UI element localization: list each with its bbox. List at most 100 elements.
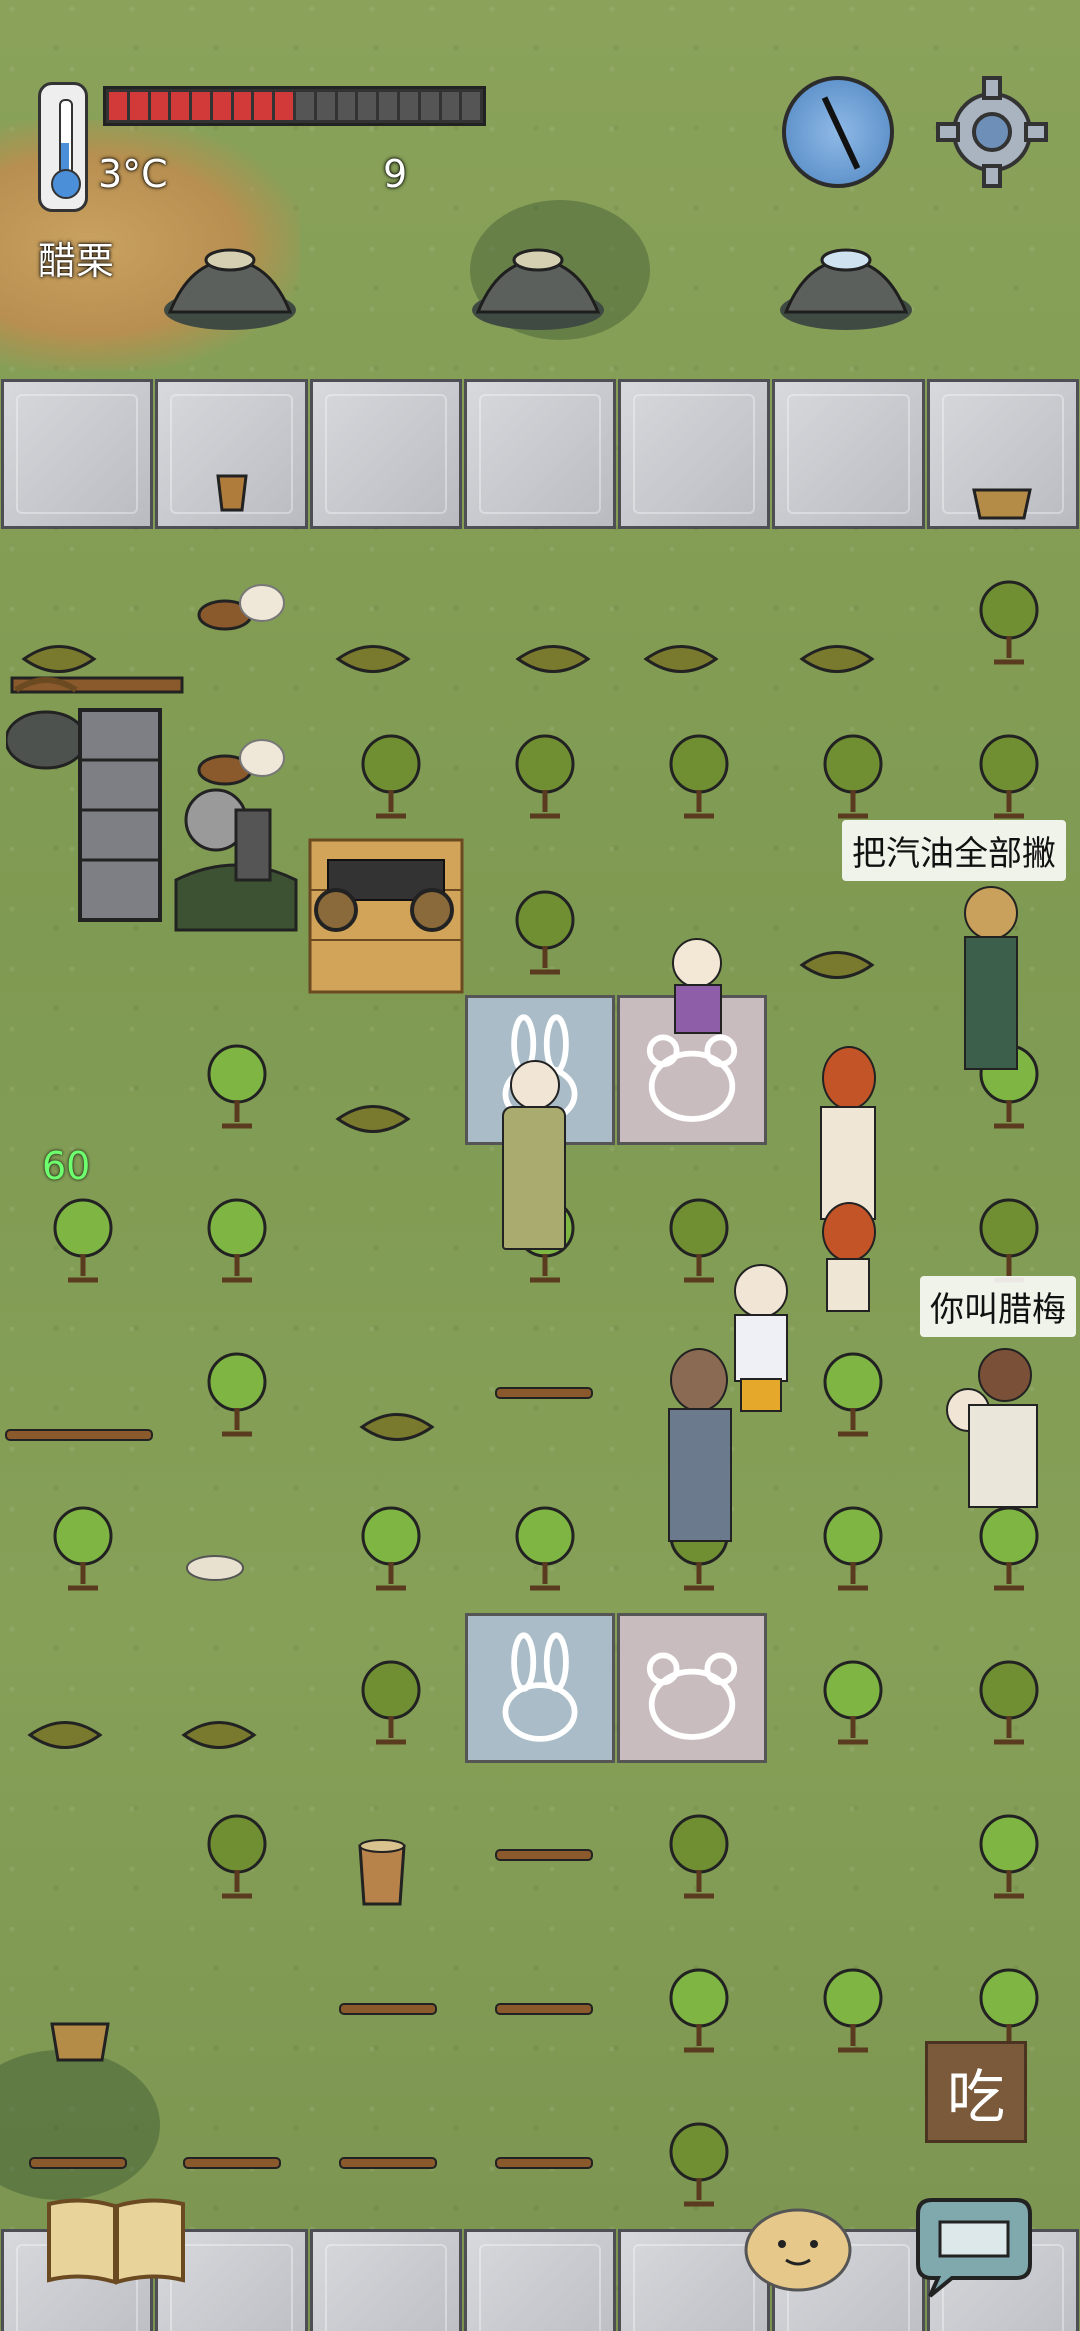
book-icon[interactable] [45,2196,187,2288]
woman-straw-hat[interactable] [492,1050,572,1250]
gooseberry-bush[interactable] [974,1812,1044,1902]
food-value-readout: 9 [383,152,408,196]
gooseberry-bush[interactable] [48,1196,118,1286]
tree-stump[interactable] [180,730,290,790]
gooseberry-bush[interactable] [48,1504,118,1594]
player-age-label: 60 [42,1144,91,1188]
red-haired-woman[interactable] [806,1040,886,1220]
planted-row[interactable] [28,2154,128,2172]
planted-row[interactable] [494,1384,594,1402]
stone-well[interactable] [468,232,608,332]
gooseberry-bush[interactable] [664,1812,734,1902]
hunger-segment [462,92,481,120]
hunger-segment [129,92,148,120]
bone-pile[interactable] [180,1528,250,1588]
stone-floor-tile[interactable] [309,379,462,529]
hunger-segment [150,92,169,120]
wheat-sheaf[interactable] [14,634,104,684]
hunger-bar [103,86,486,126]
clay-crock[interactable] [354,1836,410,1908]
stone-floor-tile[interactable] [772,379,925,529]
hunger-segment [399,92,418,120]
stone-well[interactable] [776,232,916,332]
gooseberry-bush[interactable] [974,1504,1044,1594]
wheat-sheaf[interactable] [508,634,598,684]
compass-icon[interactable] [782,76,894,188]
stone-floor-row [0,378,1080,530]
planted-row[interactable] [338,2000,438,2018]
hunger-segment [212,92,231,120]
hunger-segment [254,92,273,120]
hunger-segment [337,92,356,120]
hunger-segment [379,92,397,120]
gooseberry-bush[interactable] [664,2120,734,2210]
gooseberry-bush[interactable] [356,1658,426,1748]
wooden-cart[interactable] [308,838,464,994]
gooseberry-bush[interactable] [818,1658,888,1748]
gooseberry-bush[interactable] [818,1966,888,2056]
planted-row[interactable] [494,2000,594,2018]
game-world[interactable]: 把汽油全部撇 你叫腊梅 60 3°C 9 醋栗 吃 [0,0,1080,2331]
gooseberry-bush[interactable] [974,1658,1044,1748]
gooseberry-bush[interactable] [818,1350,888,1440]
red-haired-child[interactable] [806,1196,886,1346]
wheat-sheaf[interactable] [328,634,418,684]
wheat-sheaf[interactable] [636,634,726,684]
stone-floor-tile[interactable] [618,379,771,529]
gooseberry-bush[interactable] [202,1812,272,1902]
mother-with-baby[interactable] [942,1344,1042,1514]
tree-stump[interactable] [180,575,290,635]
hunger-segment [316,92,335,120]
hunger-segment [275,92,294,120]
gooseberry-bush[interactable] [664,1966,734,2056]
long-haired-woman[interactable] [656,1344,740,1544]
gooseberry-bush[interactable] [202,1350,272,1440]
gooseberry-bush[interactable] [974,1196,1044,1286]
gooseberry-bush[interactable] [974,578,1044,668]
woman-straw-hat-floral[interactable] [950,880,1030,1080]
gooseberry-bush[interactable] [974,732,1044,822]
gooseberry-bush[interactable] [356,732,426,822]
gooseberry-bush[interactable] [356,1504,426,1594]
stone-pump[interactable] [166,770,306,940]
wheat-sheaf[interactable] [352,1402,442,1452]
eat-button[interactable]: 吃 [925,2041,1027,2143]
thermometer-icon [38,82,88,212]
gooseberry-bush[interactable] [202,1196,272,1286]
planted-row[interactable] [494,2154,594,2172]
temperature-readout: 3°C [98,152,168,196]
held-item-name: 醋栗 [38,239,115,283]
wheat-sheaf[interactable] [174,1710,264,1760]
stone-floor-tile[interactable] [309,2229,462,2331]
gooseberry-bush[interactable] [202,1042,272,1132]
gear-icon[interactable] [932,72,1052,192]
planted-row[interactable] [4,1426,154,1444]
planted-row[interactable] [182,2154,282,2172]
stone-floor-tile[interactable] [463,2229,617,2331]
stone-floor-tile[interactable] [1,379,154,529]
emote-face-icon[interactable] [742,2200,854,2292]
planted-row[interactable] [338,2154,438,2172]
basket[interactable] [48,2010,112,2064]
hunger-segment [171,92,190,120]
wheat-sheaf[interactable] [792,940,882,990]
stone-well[interactable] [160,232,300,332]
stone-floor-tile[interactable] [463,379,617,529]
gooseberry-bush[interactable] [510,732,580,822]
bear-floor-tile[interactable] [617,1613,767,1763]
gooseberry-bush[interactable] [818,1504,888,1594]
wooden-bucket[interactable] [214,470,250,514]
basket[interactable] [970,482,1034,522]
planted-row[interactable] [494,1846,594,1864]
wheat-sheaf[interactable] [20,1710,110,1760]
gooseberry-bush[interactable] [510,1504,580,1594]
gooseberry-bush[interactable] [664,732,734,822]
keyboard-icon[interactable] [912,2194,1036,2300]
speech-bubble: 你叫腊梅 [920,1276,1076,1337]
bunny-floor-tile[interactable] [465,1613,615,1763]
child-purple-shirt[interactable] [662,930,732,1090]
wheat-sheaf[interactable] [328,1094,418,1144]
gooseberry-bush[interactable] [818,732,888,822]
gooseberry-bush[interactable] [510,888,580,978]
wheat-sheaf[interactable] [792,634,882,684]
